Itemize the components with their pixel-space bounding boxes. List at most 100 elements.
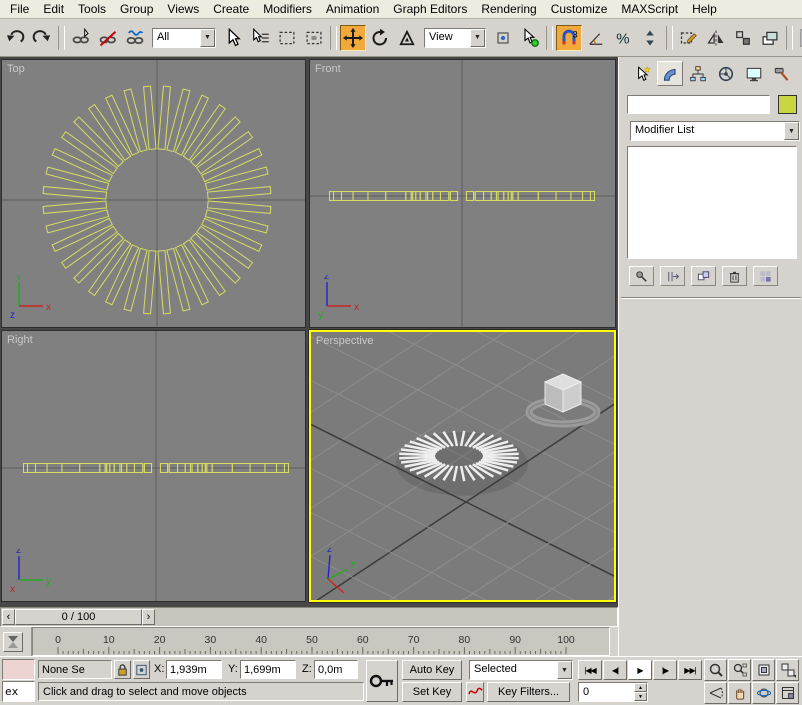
menu-customize[interactable]: Customize xyxy=(544,0,615,18)
zoom-all-button[interactable] xyxy=(728,659,751,681)
viewport-label-perspective[interactable]: Perspective xyxy=(316,335,373,347)
menu-file[interactable]: File xyxy=(3,0,36,18)
layer-manager-button[interactable] xyxy=(757,25,783,51)
select-by-name-button[interactable] xyxy=(247,25,273,51)
menu-animation[interactable]: Animation xyxy=(319,0,386,18)
select-and-scale-button[interactable] xyxy=(394,25,420,51)
redo-button[interactable] xyxy=(29,25,55,51)
select-object-button[interactable] xyxy=(220,25,246,51)
dropdown-arrow-icon[interactable]: ▼ xyxy=(557,661,572,679)
current-frame-field[interactable]: 0 ▲ ▼ xyxy=(578,682,648,702)
angle-snap-toggle-button[interactable] xyxy=(583,25,609,51)
selection-lock-toggle[interactable] xyxy=(114,660,131,679)
time-next-button[interactable]: › xyxy=(142,609,155,625)
viewport-perspective[interactable]: Perspective zyx xyxy=(309,330,616,602)
tab-hierarchy[interactable] xyxy=(685,61,711,86)
snaps-toggle-button[interactable]: 3 xyxy=(556,25,582,51)
viewport-label-right[interactable]: Right xyxy=(7,334,33,346)
maxscript-mini-listener[interactable]: ex xyxy=(2,681,35,702)
menu-modifiers[interactable]: Modifiers xyxy=(256,0,319,18)
window-crossing-toggle-button[interactable] xyxy=(301,25,327,51)
spinner-snap-toggle-button[interactable] xyxy=(637,25,663,51)
select-and-link-button[interactable] xyxy=(68,25,94,51)
next-frame-button[interactable]: |▶ xyxy=(653,660,677,680)
tab-motion[interactable] xyxy=(713,61,739,86)
zoom-extents-button[interactable] xyxy=(752,659,775,681)
align-button[interactable] xyxy=(730,25,756,51)
set-keys-button[interactable] xyxy=(366,660,398,702)
menu-rendering[interactable]: Rendering xyxy=(474,0,543,18)
make-unique-button[interactable] xyxy=(691,266,716,286)
previous-frame-button[interactable]: ◀| xyxy=(603,660,627,680)
go-to-start-button[interactable]: |◀◀ xyxy=(578,660,602,680)
key-filters-button[interactable]: Key Filters... xyxy=(487,682,570,702)
remove-modifier-button[interactable] xyxy=(722,266,747,286)
select-and-move-button[interactable] xyxy=(340,25,366,51)
menu-help[interactable]: Help xyxy=(685,0,724,18)
viewport-right[interactable]: Right zyx xyxy=(1,330,306,602)
reference-coordinate-system-dropdown[interactable]: View▼ xyxy=(424,28,486,48)
object-name-input[interactable] xyxy=(627,95,770,114)
z-coordinate-field[interactable]: 0,0m xyxy=(314,660,358,679)
select-and-manipulate-button[interactable] xyxy=(517,25,543,51)
dropdown-arrow-icon[interactable]: ▼ xyxy=(200,29,215,47)
menu-tools[interactable]: Tools xyxy=(71,0,113,18)
time-slider-track[interactable]: ‹ 0 / 100 › xyxy=(0,607,618,627)
menu-maxscript[interactable]: MAXScript xyxy=(614,0,685,18)
configure-modifier-sets-button[interactable] xyxy=(753,266,778,286)
mirror-button[interactable] xyxy=(703,25,729,51)
pin-stack-button[interactable] xyxy=(629,266,654,286)
tab-create[interactable] xyxy=(629,61,655,86)
select-and-rotate-button[interactable] xyxy=(367,25,393,51)
go-to-end-button[interactable]: ▶▶| xyxy=(678,660,702,680)
x-coordinate-field[interactable]: 1,939m xyxy=(166,660,222,679)
use-pivot-point-center-button[interactable] xyxy=(490,25,516,51)
viewport-top[interactable]: Top yxz xyxy=(1,59,306,328)
modifier-stack-list[interactable] xyxy=(627,146,797,259)
dropdown-arrow-icon[interactable]: ▼ xyxy=(784,122,799,140)
tab-modify[interactable] xyxy=(657,61,683,86)
edit-named-selection-sets-button[interactable] xyxy=(676,25,702,51)
arc-rotate-button[interactable] xyxy=(752,682,775,704)
tab-utilities[interactable] xyxy=(769,61,795,86)
absolute-mode-toggle[interactable] xyxy=(133,660,150,679)
zoom-extents-all-button[interactable] xyxy=(776,659,799,681)
selection-filter-dropdown[interactable]: All▼ xyxy=(152,28,216,48)
bind-to-space-warp-button[interactable] xyxy=(122,25,148,51)
object-color-swatch[interactable] xyxy=(778,95,797,114)
set-key-toggle[interactable]: Set Key xyxy=(402,682,462,702)
auto-key-toggle[interactable]: Auto Key xyxy=(402,660,462,680)
menu-create[interactable]: Create xyxy=(206,0,256,18)
time-previous-button[interactable]: ‹ xyxy=(2,609,15,625)
zoom-region-button[interactable] xyxy=(704,682,727,704)
unlink-selection-button[interactable] xyxy=(95,25,121,51)
undo-button[interactable] xyxy=(2,25,28,51)
y-coordinate-field[interactable]: 1,699m xyxy=(240,660,296,679)
modifier-list-dropdown[interactable]: Modifier List ▼ xyxy=(630,121,800,141)
spinner-down-icon[interactable]: ▼ xyxy=(634,692,647,701)
viewport-label-top[interactable]: Top xyxy=(7,63,25,75)
menu-edit[interactable]: Edit xyxy=(36,0,71,18)
zoom-button[interactable] xyxy=(704,659,727,681)
menu-group[interactable]: Group xyxy=(113,0,160,18)
tab-display[interactable] xyxy=(741,61,767,86)
viewport-label-front[interactable]: Front xyxy=(315,63,341,75)
menu-graph-editors[interactable]: Graph Editors xyxy=(386,0,474,18)
maxscript-listener-macro[interactable] xyxy=(2,659,35,680)
maximize-viewport-toggle-button[interactable] xyxy=(776,682,799,704)
pan-button[interactable] xyxy=(728,682,751,704)
timeline-ruler[interactable]: 0102030405060708090100 xyxy=(32,627,610,656)
time-slider-handle[interactable]: 0 / 100 xyxy=(15,609,142,625)
show-end-result-button[interactable] xyxy=(660,266,685,286)
play-button[interactable]: ▶ xyxy=(628,660,652,680)
viewport-front[interactable]: Front zxy xyxy=(309,59,616,328)
spinner-up-icon[interactable]: ▲ xyxy=(634,683,647,692)
dropdown-arrow-icon[interactable]: ▼ xyxy=(470,29,485,47)
rectangular-selection-region-button[interactable] xyxy=(274,25,300,51)
menu-views[interactable]: Views xyxy=(160,0,206,18)
curve-editor-button[interactable] xyxy=(796,25,802,51)
default-tangent-button[interactable] xyxy=(466,682,484,702)
open-mini-curve-editor-button[interactable] xyxy=(3,632,23,652)
percent-snap-toggle-button[interactable]: % xyxy=(610,25,636,51)
key-mode-dropdown[interactable]: Selected ▼ xyxy=(469,660,573,680)
